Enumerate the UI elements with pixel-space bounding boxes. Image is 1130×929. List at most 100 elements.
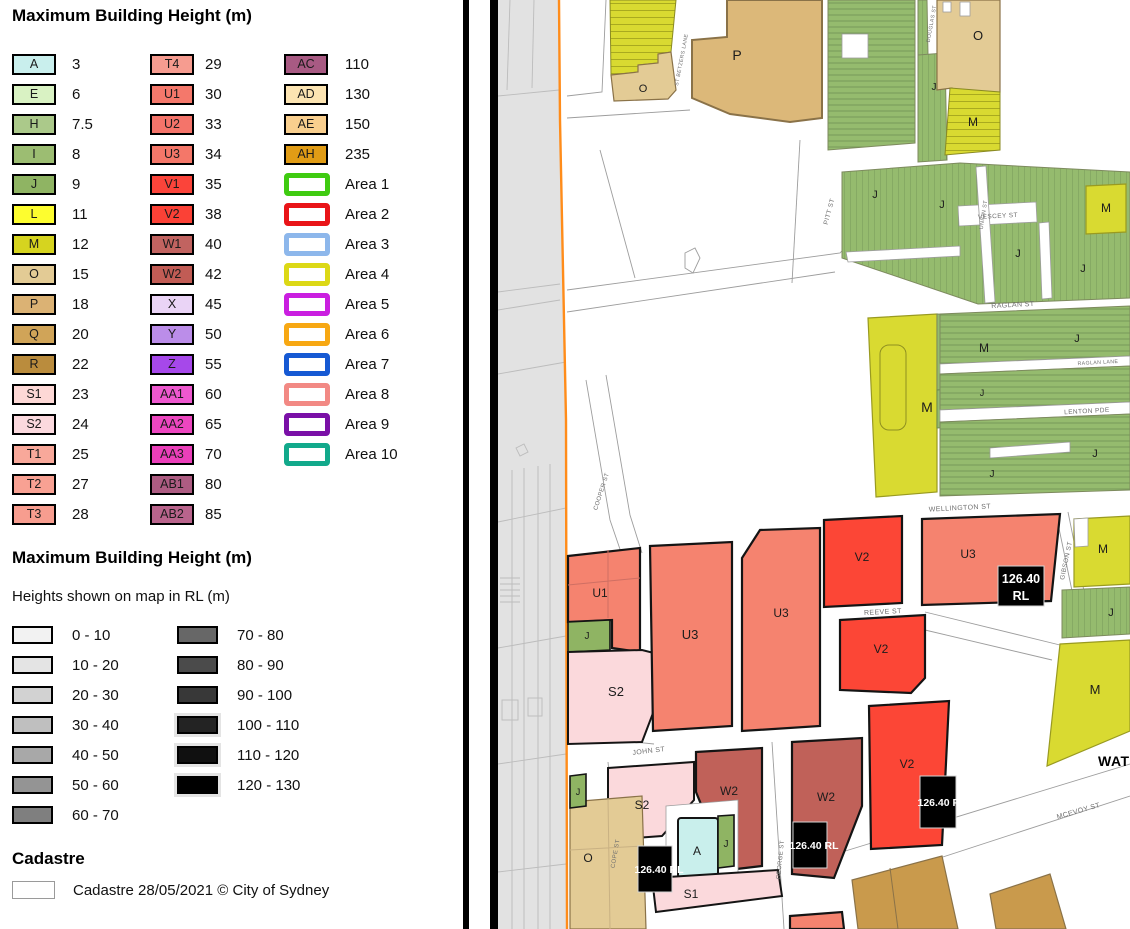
rl-range-item: 50 - 60 — [12, 770, 119, 800]
height-code-swatch: L — [12, 204, 56, 225]
rl-range-label: 30 - 40 — [72, 717, 119, 734]
zone-label: A — [693, 844, 701, 858]
height-code-value: 15 — [72, 266, 89, 283]
zone-label: J — [1092, 448, 1098, 460]
raglan-wellington-band — [868, 306, 1130, 497]
height-code-item: R22 — [12, 349, 93, 379]
height-code-value: 24 — [72, 416, 89, 433]
zone-label: U3 — [960, 547, 976, 561]
map-canvas[interactable]: ST BETZERS LANEDOUGLAS STPITT STUNION ST… — [490, 0, 1130, 929]
height-code-swatch: T3 — [12, 504, 56, 525]
rl-column-2: 70 - 8080 - 9090 - 100100 - 110110 - 120… — [177, 620, 300, 800]
height-code-swatch: AA3 — [150, 444, 194, 465]
height-code-item: AA370 — [150, 439, 222, 469]
height-code-value: 34 — [205, 146, 222, 163]
zone-label: J — [1080, 263, 1086, 275]
area-swatch — [284, 443, 330, 466]
height-code-value: 27 — [72, 476, 89, 493]
height-code-item: I8 — [12, 139, 93, 169]
rl-swatch — [12, 686, 53, 704]
height-code-item: U130 — [150, 79, 222, 109]
area-legend-item: Area 3 — [284, 229, 398, 259]
height-code-value: 55 — [205, 356, 222, 373]
height-code-value: 9 — [72, 176, 80, 193]
height-code-swatch: A — [12, 54, 56, 75]
parcel-salmon-south — [790, 912, 844, 929]
height-code-item: AA265 — [150, 409, 222, 439]
rl-range-item: 70 - 80 — [177, 620, 300, 650]
height-code-value: 45 — [205, 296, 222, 313]
height-codes-column-2: T429U130U233U334V135V238W140W242X45Y50Z5… — [150, 49, 222, 529]
height-code-item: Z55 — [150, 349, 222, 379]
height-code-swatch: O — [12, 264, 56, 285]
height-code-swatch: S2 — [12, 414, 56, 435]
height-code-value: 29 — [205, 56, 222, 73]
zone-label: O — [639, 83, 648, 95]
rl-range-label: 10 - 20 — [72, 657, 119, 674]
height-code-value: 65 — [205, 416, 222, 433]
area-swatch — [284, 173, 330, 196]
height-code-item: T125 — [12, 439, 93, 469]
cadastre-title: Cadastre — [12, 849, 85, 869]
rl-height-text: 126.40 RL — [917, 797, 967, 809]
rl-range-item: 40 - 50 — [12, 740, 119, 770]
height-code-item: Q20 — [12, 319, 93, 349]
height-code-item: S2 24 — [12, 409, 93, 439]
rl-range-label: 90 - 100 — [237, 687, 292, 704]
height-code-swatch: U1 — [150, 84, 194, 105]
height-code-item: P18 — [12, 289, 93, 319]
height-code-item: A3 — [12, 49, 93, 79]
rl-range-label: 120 - 130 — [237, 777, 300, 794]
height-code-swatch: E — [12, 84, 56, 105]
zone-label: J — [980, 388, 985, 398]
map-svg[interactable]: ST BETZERS LANEDOUGLAS STPITT STUNION ST… — [490, 0, 1130, 929]
height-code-item: T4 29 — [150, 49, 222, 79]
height-code-item: W140 — [150, 229, 222, 259]
height-codes-column-1: A3E6H7.5I8J9L11M12O15P18Q20R22S123S224T1… — [12, 49, 93, 529]
height-code-value: 7.5 — [72, 116, 93, 133]
height-code-swatch: T4 — [150, 54, 194, 75]
height-code-swatch: W1 — [150, 234, 194, 255]
zone-label: M — [979, 341, 989, 355]
zone-label: W2 — [720, 784, 738, 798]
area-label: Area 6 — [345, 326, 389, 343]
height-code-swatch: AB2 — [150, 504, 194, 525]
height-code-swatch: U3 — [150, 144, 194, 165]
suburb-label: WATE — [1098, 753, 1130, 769]
height-code-item: S123 — [12, 379, 93, 409]
rl-range-item: 60 - 70 — [12, 800, 119, 830]
height-code-swatch: T2 — [12, 474, 56, 495]
zone-label: M — [968, 115, 978, 129]
zone-label: J — [872, 189, 878, 201]
rl-swatch — [12, 626, 53, 644]
height-code-swatch: J — [12, 174, 56, 195]
rl-swatch — [12, 806, 53, 824]
area-swatch — [284, 413, 330, 436]
zone-label: S1 — [684, 887, 699, 901]
zone-label: W2 — [817, 790, 835, 804]
zone-label: M — [921, 399, 933, 415]
height-code-value: 235 — [345, 146, 370, 163]
height-code-item: AD130 — [284, 79, 398, 109]
height-code-item: V1 35 — [150, 169, 222, 199]
zone-label: V2 — [874, 642, 889, 656]
rl-height-text: 126.40 — [1002, 572, 1040, 586]
zone-label: J — [932, 82, 937, 93]
area-label: Area 4 — [345, 266, 389, 283]
rl-swatch — [12, 746, 53, 764]
height-code-value: 12 — [72, 236, 89, 253]
height-code-item: AH235 — [284, 139, 398, 169]
height-code-swatch: V1 — [150, 174, 194, 195]
zone-label: O — [973, 28, 983, 43]
height-code-value: 35 — [205, 176, 222, 193]
rl-range-item: 90 - 100 — [177, 680, 300, 710]
area-label: Area 8 — [345, 386, 389, 403]
parcel-j-strip — [918, 0, 928, 57]
height-code-swatch: S1 — [12, 384, 56, 405]
height-code-swatch: T1 — [12, 444, 56, 465]
height-code-swatch: I — [12, 144, 56, 165]
area-swatch — [284, 353, 330, 376]
rl-range-label: 0 - 10 — [72, 627, 110, 644]
rl-range-item: 80 - 90 — [177, 650, 300, 680]
height-code-swatch: R — [12, 354, 56, 375]
